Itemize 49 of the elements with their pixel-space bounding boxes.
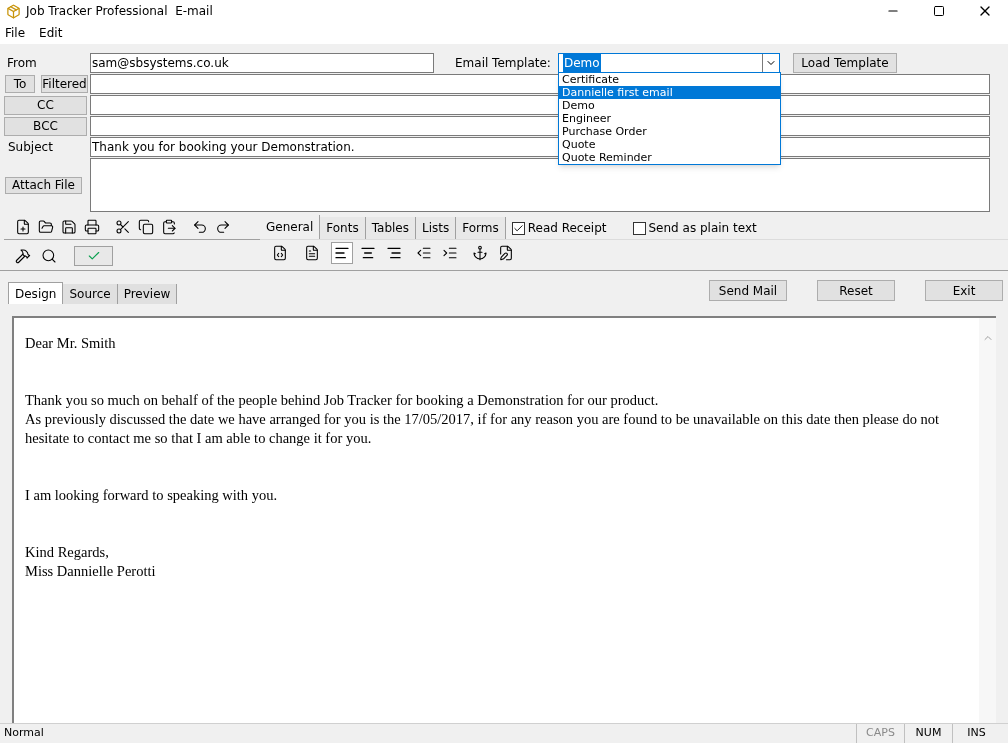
menu-item[interactable]: Edit [39,24,63,42]
body-text: As previously discussed the date we have arranged for you is the 17/05/2017, if for any reason you are found to be unavailable on this date then please do not hesitate to contact me so that I am able to change it for you. [25,410,941,448]
body-text: Kind Regards, [25,543,110,562]
template-option[interactable]: Quote [559,138,780,151]
load-template-button[interactable]: Load Template [793,52,897,73]
body-text: Dear Mr. Smith [25,334,117,353]
action-button[interactable]: Send Mail [709,280,787,301]
template-option[interactable]: Engineer [559,112,780,125]
template-option[interactable]: Purchase Order [559,125,780,138]
status-indicator: NUM [904,724,952,743]
from-field[interactable]: sam@sbsystems.co.uk [90,52,434,73]
subject-label: Subject [7,139,54,156]
format-tab[interactable]: Tables [365,217,416,239]
spellcheck-icon[interactable] [74,246,113,266]
from-label: From [6,54,38,72]
scrollbar[interactable] [979,318,996,723]
status-indicator: CAPS [856,724,904,743]
format-tab[interactable]: Fonts [320,217,366,239]
template-label: Email Template: [455,54,552,72]
template-option[interactable]: Dannielle first email [559,86,780,99]
body-text: I am looking forward to speaking with you. [25,486,279,505]
menu-item[interactable]: File [5,24,26,42]
status-mode: Normal [3,725,44,742]
checkbox[interactable] [511,221,525,235]
checkbox[interactable] [632,221,646,235]
app-icon [6,3,21,19]
bcc-button[interactable]: BCC [4,116,87,136]
action-button[interactable]: Reset [817,280,895,301]
template-option[interactable]: Certificate [559,73,780,86]
filtered-button[interactable]: Filtered [41,75,88,93]
cc-button[interactable]: CC [4,95,87,115]
view-tab[interactable]: Design [8,282,64,304]
template-dropdown[interactable]: Demo [558,52,780,73]
align-left-icon[interactable] [331,241,353,264]
checkbox-label: Send as plain text [648,220,757,237]
view-tab[interactable]: Source [63,284,118,304]
status-indicator: INS [952,724,1000,743]
editor[interactable] [12,316,996,723]
action-button[interactable]: Exit [925,280,1003,301]
attach-file-button[interactable]: Attach File [5,176,82,194]
body-text: Miss Dannielle Perotti [25,562,157,581]
view-tab[interactable]: Preview [117,284,178,304]
checkbox-label: Read Receipt [527,220,607,237]
format-tab[interactable]: Lists [416,217,457,239]
format-tab[interactable]: Forms [456,217,506,239]
body-text: Thank you so much on behalf of the people behind Job Tracker for booking a Demonstration for our product. [25,391,660,410]
window-title: Job Tracker Professional E-mail [26,3,213,20]
to-button[interactable]: To [5,75,35,93]
template-option[interactable]: Demo [559,99,780,112]
